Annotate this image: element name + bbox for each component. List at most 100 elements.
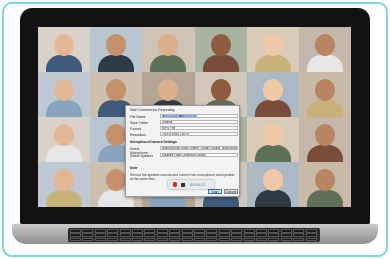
speaker-select[interactable]: Realtek High Definition Audio <box>160 153 238 158</box>
participant-tile <box>194 27 247 73</box>
keyboard-key <box>169 233 181 237</box>
cancel-button[interactable]: Cancel <box>224 189 238 195</box>
participant-body <box>307 145 343 163</box>
participant-body <box>254 190 291 207</box>
participant-head <box>315 124 335 146</box>
participant-tile <box>38 162 91 207</box>
keyboard-key <box>280 237 292 242</box>
keyboard-key <box>194 229 205 233</box>
participant-head <box>106 169 127 191</box>
participant-head <box>106 79 127 101</box>
keyboard-key <box>256 237 267 242</box>
participant-tile <box>38 117 91 163</box>
keyboard-key <box>94 237 106 242</box>
participant-head <box>158 79 179 101</box>
file-name-input[interactable]: Conference_Recording <box>160 114 238 119</box>
file-name-label: File Name <box>130 114 146 119</box>
keyboard-key <box>144 237 156 242</box>
keyboard-key <box>107 229 119 233</box>
microphone-select[interactable]: Microphone Array (Intel® Smart Sound Tec… <box>160 146 238 151</box>
participant-tile <box>38 72 91 118</box>
keyboard-key <box>305 237 317 242</box>
participant-body <box>202 55 239 73</box>
keyboard-key <box>268 229 280 233</box>
stop-icon[interactable] <box>181 182 185 187</box>
keyboard-key <box>280 233 292 237</box>
keyboard-key <box>268 237 280 242</box>
participant-tile <box>299 72 351 118</box>
participant-body <box>307 190 343 207</box>
keyboard-key <box>231 233 243 237</box>
keyboard-key <box>94 229 106 233</box>
participant-body <box>46 55 82 73</box>
device-section-heading: Microphone/Camera Settings <box>130 140 177 144</box>
participant-body <box>307 55 343 73</box>
participant-head <box>106 34 127 56</box>
keyboard-key <box>280 229 292 233</box>
keyboard-key <box>243 233 255 237</box>
recording-toolbar: 00:00:27 <box>168 180 214 189</box>
keyboard-key <box>218 229 230 233</box>
participant-head <box>315 79 335 101</box>
note-heading: Note <box>130 166 138 170</box>
participant-body <box>254 100 291 118</box>
keyboard <box>68 228 320 242</box>
record-icon[interactable] <box>173 182 178 187</box>
resolution-row: Resolution 1920×1080 (16:9) <box>130 132 238 137</box>
keyboard-key <box>156 237 168 242</box>
keyboard-key <box>94 233 106 237</box>
keyboard-key <box>231 237 243 242</box>
format-select[interactable]: MP4 File <box>160 126 238 131</box>
keyboard-key <box>119 233 131 237</box>
keyboard-key <box>70 233 81 237</box>
keyboard-key <box>156 229 168 233</box>
keyboard-key <box>181 229 193 233</box>
participant-head <box>315 169 335 191</box>
keyboard-key <box>181 233 193 237</box>
participant-head <box>158 34 179 56</box>
keyboard-key <box>293 237 305 242</box>
participant-head <box>210 34 231 56</box>
keyboard-key <box>70 229 81 233</box>
participant-body <box>46 145 82 163</box>
participant-body <box>307 100 343 118</box>
keyboard-key <box>144 233 156 237</box>
participant-tile <box>90 27 143 73</box>
microphone-row: Select Microphone Microphone Array (Inte… <box>130 146 238 155</box>
keyboard-key <box>268 233 280 237</box>
speaker-label: Select Speaker <box>130 153 153 158</box>
keyboard-key <box>218 233 230 237</box>
keyboard-key <box>144 229 156 233</box>
keyboard-key <box>119 229 131 233</box>
resolution-select[interactable]: 1920×1080 (16:9) <box>160 132 238 137</box>
save-folder-label: Save Folder <box>130 120 149 125</box>
participant-body <box>254 55 291 73</box>
participant-tile <box>299 27 351 73</box>
resolution-label: Resolution <box>130 132 147 137</box>
keyboard-key <box>231 229 243 233</box>
keyboard-key <box>82 233 94 237</box>
keyboard-key <box>169 229 181 233</box>
keyboard-key <box>181 237 193 242</box>
keyboard-key <box>243 237 255 242</box>
participant-tile <box>246 117 299 163</box>
participant-tile <box>246 27 299 73</box>
participant-head <box>106 124 127 146</box>
keyboard-key <box>132 233 143 237</box>
keyboard-key <box>206 233 218 237</box>
keyboard-key <box>305 229 317 233</box>
speaker-row: Select Speaker Realtek High Definition A… <box>130 153 238 158</box>
keyboard-key <box>194 237 205 242</box>
start-button[interactable]: Start <box>208 189 222 195</box>
participant-body <box>46 100 82 118</box>
participant-head <box>54 124 74 146</box>
participant-head <box>262 124 283 146</box>
participant-body <box>98 55 135 73</box>
participant-head <box>262 169 283 191</box>
dialog-title: Start Conference Recording <box>130 108 175 112</box>
keyboard-key <box>194 233 205 237</box>
save-folder-select[interactable]: Videos <box>160 120 238 125</box>
file-name-row: File Name Conference_Recording <box>130 114 238 119</box>
participant-tile <box>246 72 299 118</box>
keyboard-key <box>107 237 119 242</box>
